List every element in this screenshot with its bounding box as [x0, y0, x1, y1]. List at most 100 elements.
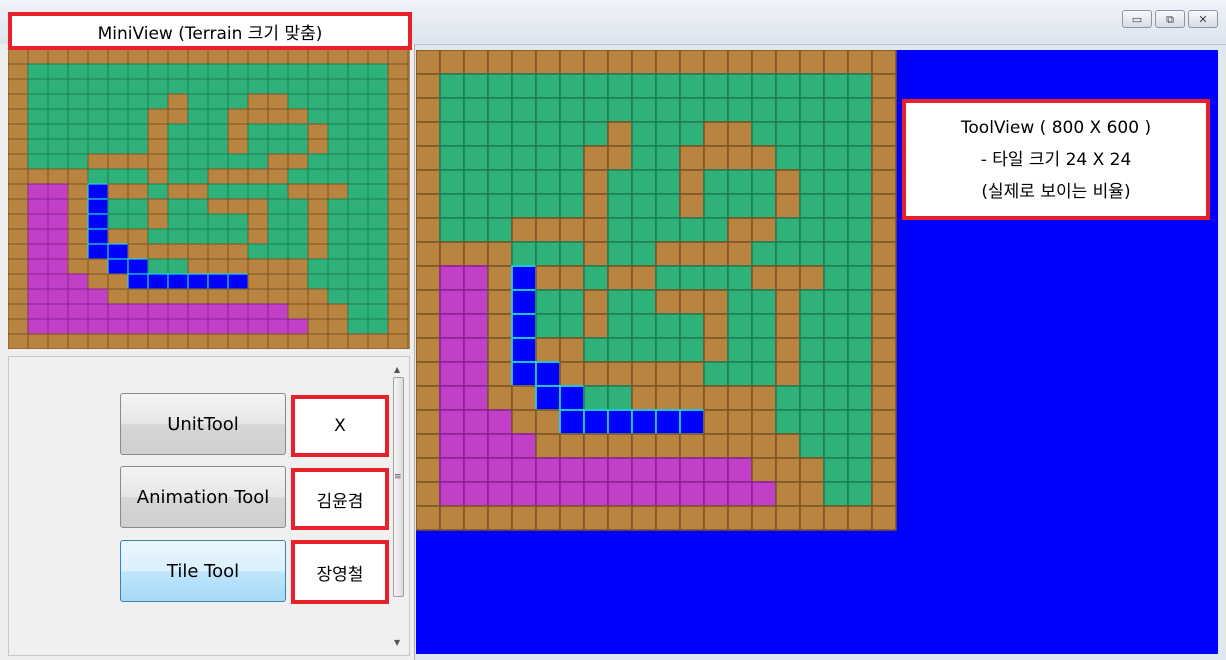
tile-grass[interactable]: [47, 63, 69, 80]
tile-grass[interactable]: [799, 241, 825, 267]
restore-button[interactable]: ⧉: [1155, 10, 1185, 28]
tile-dirt[interactable]: [387, 138, 409, 155]
tile-dirt[interactable]: [287, 258, 309, 275]
tile-dirt[interactable]: [416, 50, 441, 75]
tile-dirt[interactable]: [127, 183, 149, 200]
tile-dirt[interactable]: [147, 288, 169, 305]
tile-grass[interactable]: [247, 138, 269, 155]
tile-magenta[interactable]: [27, 198, 49, 215]
tile-grass[interactable]: [535, 289, 561, 315]
tile-dirt[interactable]: [167, 243, 189, 260]
tile-grass[interactable]: [227, 183, 249, 200]
tile-grass[interactable]: [347, 108, 369, 125]
tile-dirt[interactable]: [487, 265, 513, 291]
tile-dirt[interactable]: [227, 168, 249, 185]
tile-grass[interactable]: [367, 63, 389, 80]
tile-dirt[interactable]: [751, 457, 777, 483]
tile-dirt[interactable]: [147, 333, 169, 349]
tile-grass[interactable]: [267, 123, 289, 140]
tile-grass[interactable]: [287, 123, 309, 140]
tile-grass[interactable]: [439, 217, 465, 243]
tile-grass[interactable]: [463, 193, 489, 219]
tile-dirt[interactable]: [367, 49, 389, 65]
tile-grass[interactable]: [655, 145, 681, 171]
tile-grass[interactable]: [347, 63, 369, 80]
tile-dirt[interactable]: [416, 121, 441, 147]
tile-grass[interactable]: [631, 145, 657, 171]
tile-magenta[interactable]: [511, 457, 537, 483]
tile-grass[interactable]: [823, 193, 849, 219]
tile-grass[interactable]: [487, 193, 513, 219]
tile-magenta[interactable]: [27, 183, 49, 200]
tile-grass[interactable]: [67, 108, 89, 125]
tile-dirt[interactable]: [775, 169, 801, 195]
tile-dirt[interactable]: [247, 93, 269, 110]
tile-grass[interactable]: [799, 97, 825, 123]
tile-dirt[interactable]: [367, 333, 389, 349]
tile-grass[interactable]: [439, 193, 465, 219]
tile-magenta[interactable]: [511, 433, 537, 459]
tile-dirt[interactable]: [607, 121, 633, 147]
tile-dirt[interactable]: [535, 505, 561, 531]
tile-grass[interactable]: [607, 97, 633, 123]
tile-magenta[interactable]: [67, 288, 89, 305]
tile-dirt[interactable]: [127, 243, 149, 260]
tile-blue[interactable]: [107, 258, 129, 275]
tile-blue[interactable]: [87, 243, 109, 260]
tile-dirt[interactable]: [107, 288, 129, 305]
tile-grass[interactable]: [655, 265, 681, 291]
tile-dirt[interactable]: [207, 168, 229, 185]
tile-dirt[interactable]: [487, 337, 513, 363]
tile-grass[interactable]: [823, 481, 849, 507]
tile-grass[interactable]: [583, 337, 609, 363]
tile-blue[interactable]: [207, 273, 229, 290]
tile-dirt[interactable]: [416, 241, 441, 267]
tile-grass[interactable]: [847, 145, 873, 171]
tile-dirt[interactable]: [287, 108, 309, 125]
tile-grass[interactable]: [347, 318, 369, 335]
tile-grass[interactable]: [703, 361, 729, 387]
tile-dirt[interactable]: [167, 288, 189, 305]
tile-dirt[interactable]: [679, 241, 705, 267]
tile-dirt[interactable]: [535, 337, 561, 363]
tile-dirt[interactable]: [727, 145, 753, 171]
tile-dirt[interactable]: [387, 258, 409, 275]
tile-grass[interactable]: [799, 409, 825, 435]
tile-dirt[interactable]: [127, 153, 149, 170]
tile-grass[interactable]: [535, 121, 561, 147]
tile-dirt[interactable]: [871, 361, 897, 387]
tile-grass[interactable]: [847, 337, 873, 363]
tile-grass[interactable]: [347, 153, 369, 170]
tile-dirt[interactable]: [167, 108, 189, 125]
tile-magenta[interactable]: [127, 303, 149, 320]
tile-dirt[interactable]: [107, 183, 129, 200]
tile-grass[interactable]: [439, 145, 465, 171]
tile-grass[interactable]: [559, 313, 585, 339]
tile-grass[interactable]: [187, 108, 209, 125]
tile-grass[interactable]: [487, 121, 513, 147]
tile-magenta[interactable]: [439, 433, 465, 459]
tile-dirt[interactable]: [583, 361, 609, 387]
tile-dirt[interactable]: [487, 241, 513, 267]
tile-dirt[interactable]: [307, 228, 329, 245]
tile-grass[interactable]: [207, 183, 229, 200]
tile-dirt[interactable]: [227, 123, 249, 140]
tile-dirt[interactable]: [751, 505, 777, 531]
tile-grass[interactable]: [607, 337, 633, 363]
tile-dirt[interactable]: [631, 50, 657, 75]
tile-dirt[interactable]: [416, 169, 441, 195]
tile-dirt[interactable]: [511, 217, 537, 243]
tile-grass[interactable]: [535, 169, 561, 195]
tile-grass[interactable]: [703, 193, 729, 219]
tile-grass[interactable]: [751, 361, 777, 387]
tile-dirt[interactable]: [631, 361, 657, 387]
tile-magenta[interactable]: [187, 318, 209, 335]
tile-magenta[interactable]: [27, 228, 49, 245]
tile-grass[interactable]: [775, 217, 801, 243]
tile-grass[interactable]: [267, 243, 289, 260]
tile-grass[interactable]: [227, 153, 249, 170]
tile-dirt[interactable]: [487, 385, 513, 411]
tile-grass[interactable]: [727, 265, 753, 291]
tile-grass[interactable]: [227, 93, 249, 110]
tile-grass[interactable]: [207, 108, 229, 125]
